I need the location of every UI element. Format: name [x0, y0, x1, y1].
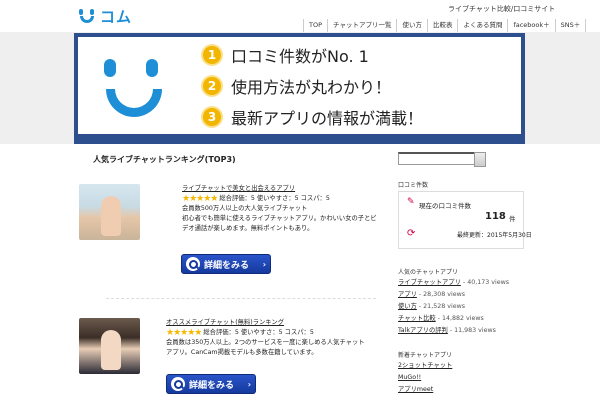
new-item-link[interactable]: MuGo!! — [398, 374, 421, 381]
rating-detail: 総合評価：5 使いやすさ：5 コスパ：5 — [203, 329, 314, 336]
view-count: - 11,983 views — [449, 327, 496, 334]
section-title: 人気ライブチャットランキング(TOP3) — [93, 155, 236, 164]
button-label: 詳細をみる — [189, 380, 235, 391]
item-name-link[interactable]: オススメライブチャット(無料)ランキング — [166, 319, 284, 326]
detail-button[interactable]: 詳細をみる › — [166, 374, 256, 394]
count-unit: 件 — [509, 215, 516, 223]
popular-link[interactable]: チャット比較 — [398, 315, 436, 322]
new-item-link[interactable]: アプリmeet — [398, 386, 433, 393]
detail-button[interactable]: 詳細をみる › — [181, 254, 271, 274]
banner-area: 1 口コミ件数がNo. 1 2 使用方法が丸わかり！ 3 最新アプリの情報が満載… — [0, 32, 600, 144]
hero-banner[interactable]: 1 口コミ件数がNo. 1 2 使用方法が丸わかり！ 3 最新アプリの情報が満載… — [74, 33, 525, 144]
divider — [106, 298, 376, 299]
list-item: Talkアプリの評判 - 11,983 views — [398, 325, 509, 337]
view-count: - 14,882 views — [437, 315, 484, 322]
popular-title: 人気のチャットアプリ — [398, 269, 458, 276]
view-count: - 40,173 views — [462, 279, 510, 286]
search-input[interactable] — [398, 152, 486, 165]
feature-1: 1 口コミ件数がNo. 1 — [203, 43, 369, 67]
list-item: 使い方 - 21,528 views — [398, 301, 509, 313]
new-item-link[interactable]: 2ショットチャット — [398, 362, 452, 369]
item-thumbnail[interactable] — [79, 184, 140, 240]
site-header: コム ライブチャット比較/口コミサイト TOP チャットアプリ一覧 使い方 比較… — [0, 0, 600, 32]
badge-number: 2 — [203, 77, 221, 95]
search-button[interactable] — [474, 152, 486, 167]
badge-number: 1 — [203, 46, 221, 64]
nav-app-list[interactable]: チャットアプリ一覧 — [327, 19, 396, 32]
magnifier-icon — [186, 257, 200, 271]
popular-link[interactable]: ライブチャットアプリ — [398, 279, 461, 286]
magnifier-icon — [171, 377, 185, 391]
list-item: MuGo!! — [398, 372, 452, 384]
nav-howto[interactable]: 使い方 — [396, 19, 427, 32]
global-nav: TOP チャットアプリ一覧 使い方 比較表 よくある質問 facebook＋ S… — [303, 19, 587, 32]
new-list: 2ショットチャット MuGo!! アプリmeet — [398, 360, 452, 396]
list-item: チャット比較 - 14,882 views — [398, 313, 509, 325]
feature-text: 使用方法が丸わかり！ — [231, 78, 392, 97]
list-item: ライブチャットアプリ - 40,173 views — [398, 277, 509, 289]
count-label: 現在の口コミ件数 — [419, 202, 471, 210]
logo-text: コム — [100, 7, 133, 26]
list-item: アプリ - 28,308 views — [398, 289, 509, 301]
count-value: 118 — [485, 211, 506, 222]
rating-stars-icon: ★★★★★ — [166, 328, 202, 338]
site-logo[interactable]: コム — [76, 6, 132, 26]
refresh-icon: ⟳ — [407, 228, 416, 239]
view-count: - 21,528 views — [418, 303, 465, 310]
smiley-face-icon — [96, 57, 170, 125]
item-summary: 会員数500万人以上の大人気ライブチャット — [182, 205, 308, 212]
nav-faq[interactable]: よくある質問 — [457, 19, 507, 32]
list-item: アプリmeet — [398, 384, 452, 396]
chevron-right-icon: › — [262, 259, 266, 269]
popular-link[interactable]: 使い方 — [398, 303, 417, 310]
item-description: 会員数は350万人以上。2つのサービスを一度に楽しめる人気チャットアプリ。Can… — [166, 339, 365, 356]
badge-number: 3 — [203, 108, 221, 126]
item-description: 初心者でも簡単に使えるライブチャットアプリ。かわいい女の子とビデオ通話が楽しめま… — [182, 215, 377, 232]
new-title: 新着チャットアプリ — [398, 352, 452, 359]
nav-top[interactable]: TOP — [303, 19, 327, 32]
nav-compare[interactable]: 比較表 — [426, 19, 458, 32]
banner-stripe — [78, 134, 521, 140]
feature-text: 口コミ件数がNo. 1 — [231, 47, 369, 66]
popular-link[interactable]: アプリ — [398, 291, 417, 298]
popular-link[interactable]: Talkアプリの評判 — [398, 327, 448, 334]
nav-facebook[interactable]: facebook＋ — [507, 19, 554, 32]
rating-detail: 総合評価：5 使いやすさ：5 コスパ：5 — [219, 195, 330, 202]
item-thumbnail[interactable] — [79, 318, 140, 374]
feature-text: 最新アプリの情報が満載！ — [231, 109, 424, 128]
feature-2: 2 使用方法が丸わかり！ — [203, 74, 391, 98]
feature-3: 3 最新アプリの情報が満載！ — [203, 105, 423, 129]
nav-sns[interactable]: SNS＋ — [554, 19, 587, 32]
chevron-right-icon: › — [247, 379, 251, 389]
item-name-link[interactable]: ライブチャットで美女と出会えるアプリ — [182, 185, 295, 192]
site-tagline: ライブチャット比較/口コミサイト — [448, 5, 556, 13]
smiley-icon — [76, 7, 98, 25]
count-title: 口コミ件数 — [398, 182, 429, 189]
updated-date: 最終更新：2015年5月30日 — [457, 232, 532, 239]
popular-list: ライブチャットアプリ - 40,173 views アプリ - 28,308 v… — [398, 277, 509, 337]
list-item: 2ショットチャット — [398, 360, 452, 372]
review-count-box: ✎ 現在の口コミ件数 118 件 ⟳ 最終更新：2015年5月30日 — [398, 191, 532, 249]
pencil-icon: ✎ — [407, 197, 415, 207]
rating-stars-icon: ★★★★★ — [182, 194, 218, 204]
view-count: - 28,308 views — [418, 291, 465, 298]
button-label: 詳細をみる — [204, 260, 250, 271]
